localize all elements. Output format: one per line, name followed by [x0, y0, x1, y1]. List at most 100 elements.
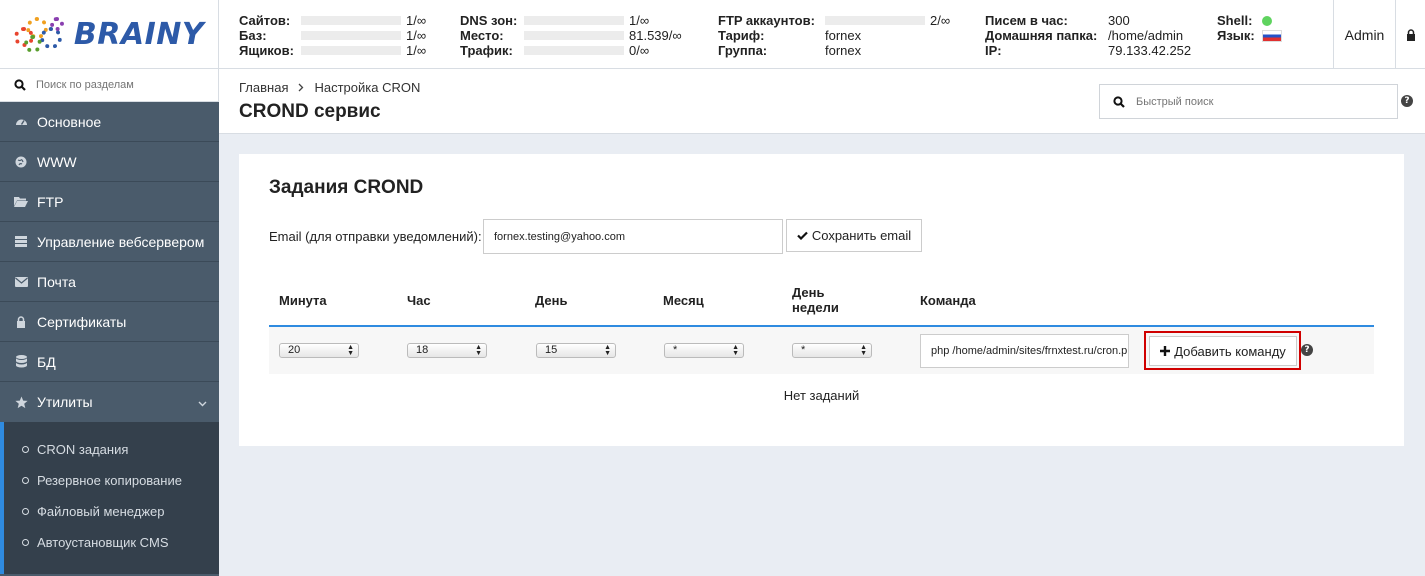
column-header-minute: Минута	[279, 293, 327, 308]
sidebar-item-label: Основное	[37, 113, 102, 130]
sidebar: Основное WWW FTP Управление вебсервером …	[0, 69, 219, 576]
help-icon[interactable]: ?	[1401, 95, 1413, 107]
column-header-command: Команда	[920, 293, 976, 308]
logout-button[interactable]	[1395, 0, 1425, 69]
submenu-item-label: Файловый менеджер	[37, 504, 165, 519]
stat-value: 1/∞	[629, 13, 650, 28]
lock-icon	[14, 315, 28, 329]
sidebar-item-webserver[interactable]: Управление вебсервером	[0, 222, 219, 262]
weekday-select-value: *	[801, 344, 806, 356]
column-header-day: День	[535, 293, 568, 308]
mailboxes-usage-bar	[301, 46, 401, 55]
stat-label: Трафик:	[460, 43, 513, 58]
star-icon	[14, 395, 28, 409]
plus-icon	[1160, 346, 1171, 356]
stat-label: DNS зон:	[460, 13, 518, 28]
add-command-button[interactable]: Добавить команду	[1149, 336, 1297, 366]
stat-label: Сайтов:	[239, 13, 291, 28]
month-select-value: *	[673, 344, 678, 356]
stat-value: /home/admin	[1108, 28, 1184, 43]
stat-label: Домашняя папка:	[985, 28, 1098, 43]
submenu-item-cron[interactable]: CRON задания	[4, 434, 219, 465]
sidebar-item-certificates[interactable]: Сертификаты	[0, 302, 219, 342]
server-icon	[14, 235, 28, 249]
folder-open-icon	[14, 195, 28, 209]
month-select[interactable]: * ▲ ▼	[664, 343, 744, 358]
stat-label: Shell:	[1217, 13, 1253, 28]
check-icon	[797, 231, 808, 240]
minute-select[interactable]: 20 ▲ ▼	[279, 343, 359, 358]
circle-icon	[22, 539, 29, 546]
stat-label: Группа:	[718, 43, 768, 58]
sidebar-item-label: Утилиты	[37, 394, 93, 410]
stat-label: Ящиков:	[239, 43, 294, 58]
sidebar-item-label: Управление вебсервером	[37, 233, 205, 250]
sidebar-item-mail[interactable]: Почта	[0, 262, 219, 302]
ru-flag-icon[interactable]	[1262, 29, 1282, 42]
email-input[interactable]	[483, 219, 783, 254]
search-icon	[14, 79, 26, 91]
globe-icon	[14, 155, 28, 169]
sidebar-search[interactable]	[0, 69, 219, 102]
sidebar-item-label: WWW	[37, 153, 77, 170]
help-icon[interactable]: ?	[1301, 344, 1313, 356]
select-arrows-icon: ▲ ▼	[347, 344, 354, 357]
column-header-weekday-line1: День	[792, 285, 825, 300]
submenu-item-label: Резервное копирование	[37, 473, 182, 488]
column-header-weekday: День недели	[792, 285, 839, 315]
breadcrumb-home[interactable]: Главная	[239, 80, 288, 95]
stat-label: Баз:	[239, 28, 267, 43]
sidebar-item-main[interactable]: Основное	[0, 102, 219, 142]
page-title: CROND сервис	[239, 101, 381, 122]
stat-label: Писем в час:	[985, 13, 1068, 28]
circle-icon	[22, 477, 29, 484]
sidebar-item-utilities[interactable]: Утилиты	[0, 382, 219, 422]
user-menu[interactable]: Admin	[1333, 0, 1395, 69]
shell-status-icon	[1262, 15, 1272, 26]
sidebar-item-db[interactable]: БД	[0, 342, 219, 382]
add-command-label: Добавить команду	[1174, 343, 1286, 359]
save-email-label: Сохранить email	[811, 228, 912, 243]
stats-column-3: FTP аккаунтов: 2/∞ Тариф: fornex Группа: fo…	[718, 13, 950, 58]
user-name: Admin	[1344, 26, 1385, 43]
quick-search-input[interactable]	[1136, 95, 1386, 108]
sidebar-item-www[interactable]: WWW	[0, 142, 219, 182]
submenu-item-file-manager[interactable]: Файловый менеджер	[4, 496, 219, 527]
logo[interactable]: BRAINY	[0, 0, 219, 69]
sidebar-item-ftp[interactable]: FTP	[0, 182, 219, 222]
breadcrumb: Главная Настройка CRON	[239, 80, 420, 95]
card-title: Задания CROND	[269, 177, 424, 198]
stat-value: 81.539/∞	[629, 28, 682, 43]
select-arrows-icon: ▲ ▼	[860, 344, 867, 357]
dns-usage-bar	[524, 16, 624, 25]
select-arrows-icon: ▲ ▼	[475, 344, 482, 357]
select-arrows-icon: ▲ ▼	[732, 344, 739, 357]
dashboard-icon	[14, 115, 28, 129]
day-select[interactable]: 15 ▲ ▼	[536, 343, 616, 358]
stat-value: fornex	[825, 28, 862, 43]
sidebar-item-label: Почта	[37, 273, 76, 290]
submenu-item-backup[interactable]: Резервное копирование	[4, 465, 219, 496]
minute-select-value: 20	[288, 344, 301, 356]
breadcrumb-current: Настройка CRON	[314, 80, 421, 95]
sidebar-search-input[interactable]	[36, 79, 206, 91]
hour-select[interactable]: 18 ▲ ▼	[407, 343, 487, 358]
save-email-button[interactable]: Сохранить email	[786, 219, 922, 252]
chevron-right-icon	[298, 80, 304, 95]
weekday-select[interactable]: * ▲ ▼	[792, 343, 872, 358]
email-label: Email (для отправки уведомлений):	[269, 229, 482, 244]
stat-value: 79.133.42.252	[1108, 43, 1192, 58]
sidebar-item-label: Сертификаты	[37, 313, 127, 330]
stat-value: 1/∞	[406, 43, 427, 58]
crond-tasks-card: Задания CROND Email (для отправки уведом…	[239, 154, 1404, 446]
quick-search[interactable]	[1099, 84, 1398, 119]
stat-value: 1/∞	[406, 13, 427, 28]
stat-label: Язык:	[1217, 28, 1255, 43]
empty-state-text: Нет заданий	[783, 388, 860, 403]
submenu-item-cms-installer[interactable]: Автоустановщик CMS	[4, 527, 219, 558]
stat-label: Место:	[460, 28, 504, 43]
command-input[interactable]	[920, 334, 1129, 368]
column-header-month: Месяц	[663, 293, 704, 308]
envelope-icon	[14, 275, 28, 289]
gears-logo-icon	[13, 15, 72, 55]
